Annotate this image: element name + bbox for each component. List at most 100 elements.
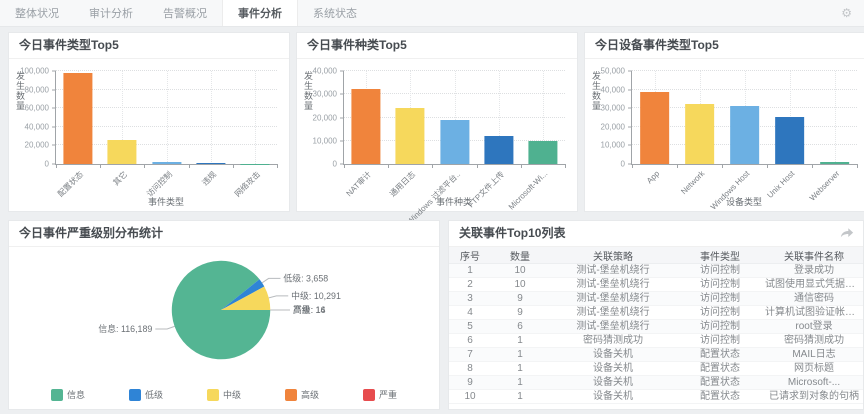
panel-severity-distribution: 今日事件严重级别分布统计 信息: 116,189低级: 3,658中级: 10,…	[8, 220, 440, 410]
x-tick-label: Network	[679, 169, 706, 196]
x-tick-mark	[100, 164, 101, 168]
table-cell: 计算机试图验证帐户的...	[763, 306, 863, 320]
table-row: 49测试-堡垒机绕行访问控制计算机试图验证帐户的...	[449, 306, 863, 320]
x-tick-label: 违规	[199, 169, 218, 188]
pie-label-line	[155, 326, 174, 329]
table-cell: 3	[449, 292, 491, 306]
panel-title: 今日事件种类Top5	[297, 33, 577, 59]
legend-label: 低级	[145, 388, 163, 401]
panel-title: 关联事件Top10列表	[449, 221, 863, 247]
table-wrap: 序号 数量 关联策略 事件类型 关联事件名称 110测试-堡垒机绕行访问控制登录…	[449, 247, 863, 409]
table-cell: 1	[491, 362, 549, 376]
table-cell: MAIL日志	[763, 348, 863, 362]
table-cell: 6	[491, 320, 549, 334]
legend-item-high[interactable]: 高级	[285, 388, 319, 401]
table-cell: 访问控制	[677, 306, 763, 320]
x-tick-mark	[521, 164, 522, 168]
correlated-events-table: 序号 数量 关联策略 事件类型 关联事件名称 110测试-堡垒机绕行访问控制登录…	[449, 247, 863, 404]
y-tick-label: 30,000	[313, 90, 337, 99]
table-cell: 测试-堡垒机绕行	[549, 320, 677, 334]
table-cell: root登录	[763, 320, 863, 334]
panel-title: 今日事件类型Top5	[9, 33, 289, 59]
plot-area: 010,00020,00030,00040,000NAT审计通用日志Window…	[343, 71, 565, 165]
plot-area: 010,00020,00030,00040,00050,000AppNetwor…	[631, 71, 857, 165]
y-tick-mark	[628, 126, 632, 127]
table-cell: 设备关机	[549, 362, 677, 376]
x-tick-mark	[144, 164, 145, 168]
table-cell: 测试-堡垒机绕行	[549, 306, 677, 320]
table-cell: 1	[449, 264, 491, 278]
bar-其它[interactable]	[108, 140, 137, 164]
y-tick-mark	[340, 71, 344, 72]
table-cell: 测试-堡垒机绕行	[549, 264, 677, 278]
col-index: 序号	[449, 247, 491, 264]
table-cell: 10	[491, 278, 549, 292]
legend-swatch	[207, 389, 219, 401]
v-gridline	[211, 71, 212, 164]
table-cell: 登录成功	[763, 264, 863, 278]
gear-icon[interactable]: ⚙	[841, 0, 852, 26]
x-tick-mark	[722, 164, 723, 168]
table-cell: 网页标题	[763, 362, 863, 376]
panel-event-kind-top5: 今日事件种类Top5 发生数量 010,00020,00030,00040,00…	[296, 32, 578, 212]
pie-label-信息: 信息: 116,189	[98, 323, 152, 334]
table-row: 110测试-堡垒机绕行访问控制登录成功	[449, 264, 863, 278]
pie-svg: 信息: 116,189低级: 3,658中级: 10,291高级: 16严重: …	[9, 247, 439, 379]
bar-Webserver[interactable]	[820, 162, 850, 164]
share-arrow-icon[interactable]	[840, 227, 854, 239]
table-cell: 配置状态	[677, 348, 763, 362]
table-cell: 配置状态	[677, 390, 763, 404]
table-cell: 设备关机	[549, 348, 677, 362]
bar-NAT审计[interactable]	[352, 89, 381, 164]
table-cell: 10	[449, 390, 491, 404]
table-row: 56测试-堡垒机绕行访问控制root登录	[449, 320, 863, 334]
table-cell: 5	[449, 320, 491, 334]
table-cell: 2	[449, 278, 491, 292]
x-tick-mark	[857, 164, 858, 168]
x-axis-label: 事件种类	[343, 195, 565, 208]
tab-overall[interactable]: 整体状况	[0, 0, 74, 26]
table-cell: 10	[491, 264, 549, 278]
y-tick-mark	[52, 89, 56, 90]
bar-Windows 过滤平台..[interactable]	[440, 120, 469, 164]
x-tick-mark	[344, 164, 345, 168]
table-row: 101设备关机配置状态已请求到对象的句柄	[449, 390, 863, 404]
table-cell: 设备关机	[549, 376, 677, 390]
bar-配置状态[interactable]	[64, 73, 93, 164]
y-tick-label: 20,000	[313, 113, 337, 122]
bar-违规[interactable]	[196, 163, 225, 164]
tab-audit-analysis[interactable]: 审计分析	[74, 0, 148, 26]
bar-Windows Host[interactable]	[730, 106, 760, 164]
tab-alert-overview[interactable]: 告警概况	[148, 0, 222, 26]
y-tick-label: 0	[333, 160, 337, 169]
y-tick-mark	[628, 145, 632, 146]
y-tick-mark	[628, 71, 632, 72]
legend-item-critical[interactable]: 严重	[363, 388, 397, 401]
bar-Microsoft-Wi...[interactable]	[528, 141, 557, 164]
x-axis-label: 设备类型	[631, 195, 857, 208]
bar-访问控制[interactable]	[152, 162, 181, 164]
table-cell: 8	[449, 362, 491, 376]
tab-event-analysis[interactable]: 事件分析	[222, 0, 298, 26]
legend-item-info[interactable]: 信息	[51, 388, 85, 401]
col-event-name: 关联事件名称	[763, 247, 863, 264]
table-cell: 访问控制	[677, 320, 763, 334]
legend-item-low[interactable]: 低级	[129, 388, 163, 401]
table-cell: 4	[449, 306, 491, 320]
y-tick-mark	[340, 94, 344, 95]
table-cell: 访问控制	[677, 292, 763, 306]
bar-App[interactable]	[640, 92, 670, 164]
y-tick-label: 80,000	[25, 85, 49, 94]
col-event-type: 事件类型	[677, 247, 763, 264]
legend-swatch	[51, 389, 63, 401]
y-tick-mark	[628, 89, 632, 90]
bar-FTP文件上传[interactable]	[484, 136, 513, 164]
bar-chart-event-type: 发生数量 020,00040,00060,00080,000100,000配置状…	[9, 59, 289, 211]
bar-通用日志[interactable]	[396, 108, 425, 164]
y-tick-mark	[340, 117, 344, 118]
bar-Unix Host[interactable]	[775, 117, 805, 164]
legend-item-medium[interactable]: 中级	[207, 388, 241, 401]
bar-Network[interactable]	[685, 104, 715, 164]
tab-system-status[interactable]: 系统状态	[298, 0, 372, 26]
table-cell: 设备关机	[549, 390, 677, 404]
